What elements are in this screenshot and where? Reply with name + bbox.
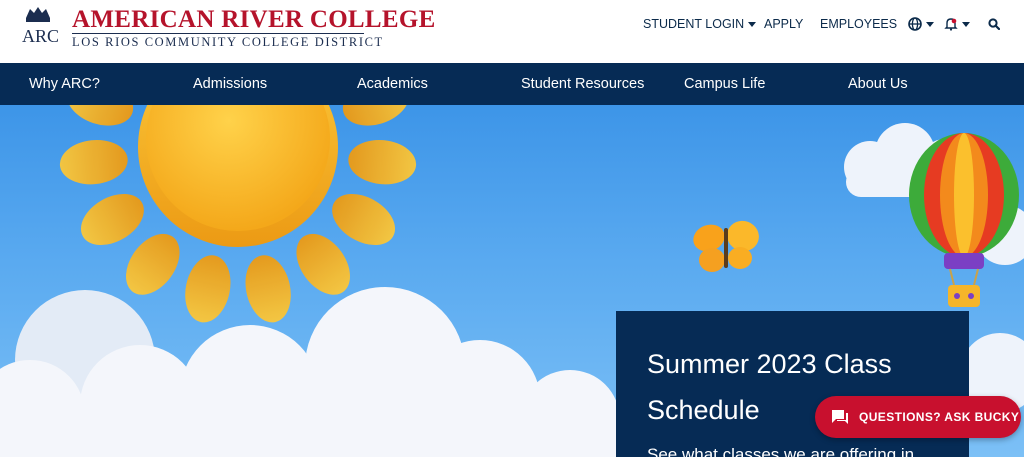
- class-schedule-text: See what classes we are offering in: [647, 445, 915, 464]
- search-icon: [988, 18, 1000, 30]
- globe-icon: [908, 17, 922, 31]
- nav-item-admissions[interactable]: Admissions: [193, 63, 267, 105]
- hot-air-balloon-icon: [909, 133, 1019, 307]
- butterfly-icon: [693, 220, 759, 272]
- language-dropdown[interactable]: [908, 16, 934, 32]
- logo-mark-icon: ARC: [22, 7, 59, 46]
- chevron-down-icon: [926, 21, 934, 27]
- nav-item-academics[interactable]: Academics: [357, 63, 428, 105]
- apply-label: APPLY: [764, 17, 804, 31]
- chevron-down-icon: [962, 21, 970, 27]
- student-login-dropdown[interactable]: STUDENT LOGIN: [643, 16, 757, 32]
- nav-item-student-resources[interactable]: Student Resources: [521, 63, 644, 105]
- nav-item-about-us[interactable]: About Us: [848, 63, 908, 105]
- ask-bucky-label: QUESTIONS? ASK BUCKY: [859, 410, 1020, 424]
- district-name: LOS RIOS COMMUNITY COLLEGE DISTRICT: [72, 35, 384, 49]
- college-logo[interactable]: ARC AMERICAN RIVER COLLEGE LOS RIOS COMM…: [20, 4, 435, 49]
- apply-link[interactable]: APPLY: [764, 16, 803, 32]
- logo-divider: [72, 33, 364, 34]
- nav-item-why-arc[interactable]: Why ARC?: [29, 63, 100, 105]
- logo-mark-text: ARC: [22, 26, 59, 46]
- site-header: ARC AMERICAN RIVER COLLEGE LOS RIOS COMM…: [0, 0, 1024, 63]
- ask-bucky-chat-button[interactable]: QUESTIONS? ASK BUCKY: [815, 396, 1021, 438]
- chat-icon: [832, 410, 848, 424]
- nav-item-campus-life[interactable]: Campus Life: [684, 63, 765, 105]
- employees-label: EMPLOYEES: [820, 17, 898, 31]
- employees-link[interactable]: EMPLOYEES: [820, 16, 897, 32]
- main-nav: Why ARC? Admissions Academics Student Re…: [0, 63, 1024, 105]
- clouds-foreground: [0, 287, 620, 457]
- bell-icon: [944, 18, 958, 31]
- alerts-dropdown[interactable]: [944, 16, 970, 32]
- student-login-label: STUDENT LOGIN: [643, 17, 745, 31]
- search-button[interactable]: [988, 16, 1000, 32]
- college-name: AMERICAN RIVER COLLEGE: [72, 6, 436, 33]
- chevron-down-icon: [748, 21, 757, 27]
